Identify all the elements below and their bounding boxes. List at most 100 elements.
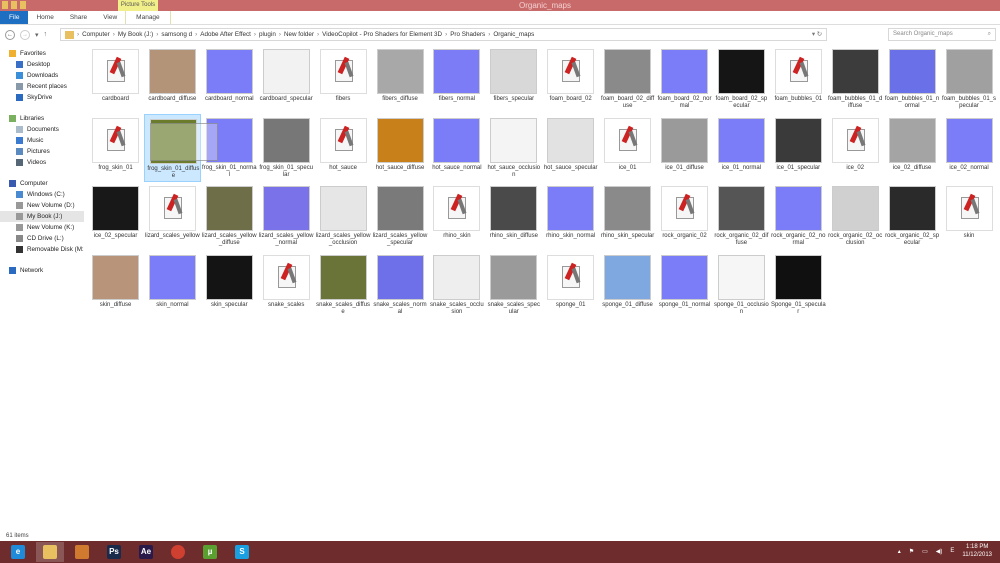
file-item[interactable]: frog_skin_01 [87,114,144,182]
taskbar-skype[interactable]: S [228,542,256,562]
file-item[interactable]: skin_specular [201,251,258,319]
chevron-right-icon[interactable]: › [279,31,281,38]
sidebar-item-documents[interactable]: Documents [0,124,84,135]
file-item[interactable]: ice_01_normal [713,114,770,182]
file-item[interactable]: lizard_scales_yellow_normal [258,182,315,250]
file-item[interactable]: snake_scales_normal [372,251,429,319]
chevron-right-icon[interactable]: › [113,31,115,38]
file-item[interactable]: rock_organic_02_occlusion [827,182,884,250]
file-item[interactable]: ice_02_diffuse [884,114,941,182]
chevron-right-icon[interactable]: › [317,31,319,38]
back-button[interactable]: ← [5,29,15,40]
chevron-right-icon[interactable]: › [445,31,447,38]
file-item[interactable]: skin_normal [144,251,201,319]
network-icon[interactable]: ▭ [922,548,928,555]
taskbar-chrome[interactable] [164,542,192,562]
sidebar-item-favorites[interactable]: Favorites [0,48,84,59]
tab-view[interactable]: View [95,11,125,24]
search-icon[interactable]: ⌕ [988,29,991,40]
file-item[interactable]: ice_01 [599,114,656,182]
chevron-right-icon[interactable]: › [254,31,256,38]
show-hidden-icons-icon[interactable]: ▴ [898,548,901,555]
file-item[interactable]: hot_sauce_occlusion [485,114,542,182]
file-item[interactable]: hot_sauce [315,114,372,182]
file-item[interactable]: sponge_01_normal [656,251,713,319]
file-item[interactable]: fibers [315,45,372,113]
tab-share[interactable]: Share [62,11,95,24]
file-item[interactable]: fibers_normal [428,45,485,113]
file-item[interactable]: rhino_skin_specular [599,182,656,250]
file-item[interactable]: foam_bubbles_01 [770,45,827,113]
forward-button[interactable]: → [20,29,30,40]
file-item[interactable]: rock_organic_02_normal [770,182,827,250]
tab-file[interactable]: File [0,11,29,24]
file-item[interactable]: rhino_skin [428,182,485,250]
language-indicator[interactable]: E [950,548,954,554]
file-item[interactable]: fibers_diffuse [372,45,429,113]
file-item[interactable]: foam_board_02 [542,45,599,113]
file-item[interactable]: fibers_specular [485,45,542,113]
file-item[interactable]: foam_bubbles_01_diffuse [827,45,884,113]
tab-manage[interactable]: Manage [125,11,171,24]
file-item[interactable]: ice_02_specular [87,182,144,250]
breadcrumb-item[interactable]: New folder [284,31,314,38]
sidebar-item-downloads[interactable]: Downloads [0,70,84,81]
refresh-button[interactable]: ▾ ↻ [812,31,822,38]
file-item[interactable]: ice_01_diffuse [656,114,713,182]
file-item[interactable]: rock_organic_02_specular [884,182,941,250]
search-input[interactable]: Search Organic_maps ⌕ [888,28,996,41]
breadcrumb-item[interactable]: VideoCopilot - Pro Shaders for Element 3… [322,31,442,38]
file-item[interactable]: hot_sauce_diffuse [372,114,429,182]
file-item[interactable]: cardboard_normal [201,45,258,113]
file-item[interactable]: snake_scales_diffuse [315,251,372,319]
file-item[interactable]: snake_scales [258,251,315,319]
file-item[interactable]: lizard_scales_yellow_occlusion [315,182,372,250]
sidebar-item-computer[interactable]: Computer [0,178,84,189]
sidebar-item-pictures[interactable]: Pictures [0,146,84,157]
clock[interactable]: 1:18 PM 11/12/2013 [962,543,992,559]
sidebar-item-removable-disk-m[interactable]: Removable Disk (M: [0,244,84,255]
file-item[interactable]: rock_organic_02 [656,182,713,250]
sidebar-item-desktop[interactable]: Desktop [0,59,84,70]
sidebar-item-skydrive[interactable]: SkyDrive [0,92,84,103]
breadcrumb-item[interactable]: Pro Shaders [450,31,485,38]
breadcrumb-item[interactable]: Organic_maps [493,31,534,38]
recent-locations-chevron-icon[interactable]: ▾ [35,31,39,39]
file-item[interactable]: ice_02 [827,114,884,182]
file-item[interactable]: foam_bubbles_01_specular [941,45,998,113]
taskbar-utorrent[interactable]: µ [196,542,224,562]
volume-icon[interactable]: ◀) [936,548,943,555]
action-center-icon[interactable]: ⚑ [909,548,914,555]
file-item[interactable]: cardboard_diffuse [144,45,201,113]
breadcrumb-item[interactable]: Adobe After Effect [200,31,251,38]
taskbar-file-explorer[interactable] [36,542,64,562]
file-item[interactable]: rhino_skin_normal [542,182,599,250]
file-item[interactable]: cardboard_specular [258,45,315,113]
chevron-right-icon[interactable]: › [488,31,490,38]
file-item[interactable]: lizard_scales_yellow [144,182,201,250]
tab-home[interactable]: Home [28,11,61,24]
breadcrumb-item[interactable]: plugin [259,31,276,38]
sidebar-item-new-volume-d[interactable]: New Volume (D:) [0,200,84,211]
file-item[interactable]: hot_sauce_normal [428,114,485,182]
sidebar-item-music[interactable]: Music [0,135,84,146]
chevron-right-icon[interactable]: › [77,31,79,38]
file-item[interactable]: ice_01_specular [770,114,827,182]
sidebar-item-videos[interactable]: Videos [0,157,84,168]
breadcrumb-item[interactable]: Computer [82,31,110,38]
taskbar-photoshop[interactable]: Ps [100,542,128,562]
file-item[interactable]: skin [941,182,998,250]
file-item[interactable]: Sponge_01_specular [770,251,827,319]
sidebar-item-libraries[interactable]: Libraries [0,113,84,124]
up-button[interactable]: ↑ [44,31,48,38]
file-item[interactable]: sponge_01 [542,251,599,319]
taskbar-internet-explorer[interactable]: e [4,542,32,562]
sidebar-item-new-volume-k[interactable]: New Volume (K:) [0,222,84,233]
taskbar-app[interactable] [68,542,96,562]
sidebar-item-recent-places[interactable]: Recent places [0,81,84,92]
file-item[interactable]: skin_diffuse [87,251,144,319]
file-item[interactable]: foam_bubbles_01_normal [884,45,941,113]
chevron-right-icon[interactable]: › [195,31,197,38]
sidebar-item-my-book-j[interactable]: My Book (J:) [0,211,84,222]
breadcrumb-item[interactable]: samsong d [161,31,192,38]
